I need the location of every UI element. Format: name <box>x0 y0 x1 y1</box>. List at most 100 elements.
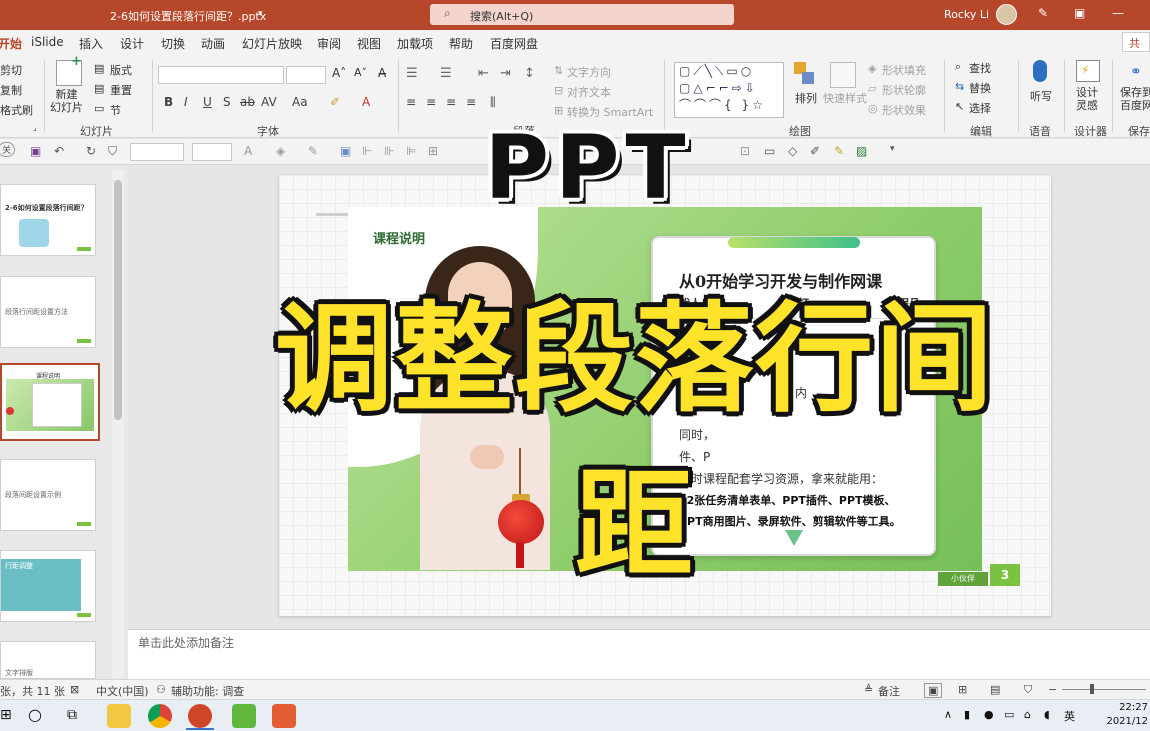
tab-addins[interactable]: 加载项 <box>397 35 433 52</box>
shape-effects-button[interactable]: 形状效果 <box>882 102 926 118</box>
tab-insert[interactable]: 插入 <box>79 35 103 52</box>
find-icon[interactable]: ⌕ <box>955 60 961 74</box>
search-box[interactable]: ⌕ 搜索(Alt+Q) <box>430 4 734 25</box>
save-to-baidu-button[interactable]: 保存到 百度网盘 <box>1120 86 1150 112</box>
minimize-icon[interactable]: — <box>1112 6 1124 20</box>
align-right-icon[interactable]: ≡ <box>446 95 456 109</box>
shape-effects-icon[interactable]: ◎ <box>868 102 878 115</box>
accessibility-status[interactable]: 辅助功能: 调查 <box>171 683 244 699</box>
tab-transitions[interactable]: 切换 <box>161 35 185 52</box>
increase-indent-icon[interactable]: ⇥ <box>500 66 511 81</box>
baidu-cloud-icon[interactable]: ⚭ <box>1130 64 1142 80</box>
qat-camera-icon[interactable]: ▭ <box>764 144 775 158</box>
notes-button[interactable]: 备注 <box>878 683 900 699</box>
scrollbar-thumb[interactable] <box>114 180 122 420</box>
chrome-icon[interactable] <box>148 704 172 728</box>
quick-styles-icon[interactable] <box>830 62 856 88</box>
slide-thumbnail[interactable]: 行距调整 <box>0 550 96 622</box>
section-icon[interactable]: ▭ <box>94 102 104 115</box>
numbering-icon[interactable]: ☰ <box>440 66 452 81</box>
increase-font-icon[interactable]: A˄ <box>332 66 346 80</box>
spellcheck-icon[interactable]: ⊠ <box>70 683 79 696</box>
ribbon-display-icon[interactable]: ▣ <box>1074 6 1085 20</box>
tab-help[interactable]: 帮助 <box>449 35 473 52</box>
search-circle-icon[interactable]: ○ <box>28 705 42 724</box>
save-icon[interactable]: ▣ <box>30 144 41 158</box>
show-hidden-icons[interactable]: ∧ <box>944 708 952 721</box>
slide-thumbnail[interactable]: 文字排版 <box>0 641 96 679</box>
microphone-icon[interactable] <box>1033 60 1047 82</box>
line-spacing-icon[interactable]: ↕ <box>524 66 535 81</box>
tab-slideshow[interactable]: 幻灯片放映 <box>242 35 302 52</box>
shape-outline-icon[interactable]: ▱ <box>868 82 876 95</box>
cut-button[interactable]: 剪切 <box>0 62 22 78</box>
reset-icon[interactable]: ▤ <box>94 82 104 95</box>
toggle-icon[interactable]: 关 <box>0 142 16 157</box>
replace-button[interactable]: 替换 <box>969 80 991 96</box>
redo-icon[interactable]: ↻ <box>86 144 96 158</box>
font-name-combo[interactable] <box>158 66 284 84</box>
tab-islide[interactable]: iSlide <box>31 35 64 49</box>
tab-baidu[interactable]: 百度网盘 <box>490 35 538 52</box>
dictate-button[interactable]: 听写 <box>1030 88 1052 104</box>
share-button[interactable]: 共 <box>1122 32 1150 52</box>
format-painter-button[interactable]: 格式刷 <box>0 102 33 118</box>
zoom-slider-knob[interactable] <box>1090 684 1094 694</box>
arrange-icon[interactable] <box>792 62 818 88</box>
title-dropdown-icon[interactable]: ▾ <box>258 9 263 19</box>
replace-icon[interactable]: ⇆ <box>955 80 964 93</box>
document-title[interactable]: 2-6如何设置段落行间距？.pptx <box>110 8 266 24</box>
align-text-icon[interactable]: ⊟ <box>554 84 563 97</box>
course-label[interactable]: 课程说明 <box>373 228 425 247</box>
reading-view-icon[interactable]: ▤ <box>990 683 1000 696</box>
font-size-combo[interactable] <box>286 66 326 84</box>
tab-design[interactable]: 设计 <box>120 35 144 52</box>
slide-thumbnail[interactable]: 段落行间距设置方法 <box>0 276 96 348</box>
align-center-icon[interactable]: ≡ <box>426 95 436 109</box>
justify-icon[interactable]: ≡ <box>466 95 476 109</box>
qat-eraser-icon[interactable]: ◇ <box>788 144 797 158</box>
windows-start-icon[interactable]: ⊞ <box>0 707 12 723</box>
new-slide-button[interactable]: 新建 幻灯片 <box>50 88 83 114</box>
strikethrough-icon[interactable]: ab <box>240 95 255 109</box>
quick-styles-button[interactable]: 快速样式 <box>823 90 867 106</box>
mic-tray-icon[interactable]: ▮ <box>964 708 970 721</box>
qat-align2-icon[interactable]: ⊪ <box>384 144 394 158</box>
file-explorer-icon[interactable] <box>107 704 131 728</box>
qat-distribute-icon[interactable]: ⊞ <box>428 144 438 158</box>
qat-align-icon[interactable]: ⊩ <box>362 144 372 158</box>
qat-size-combo[interactable] <box>192 143 232 161</box>
notes-pane[interactable]: 单击此处添加备注 <box>128 629 1150 679</box>
language[interactable]: 中文(中国) <box>96 683 149 699</box>
shapes-gallery[interactable]: ▢⟋╲⟍▭○ ▢△⌐⌐⇨⇩ ⌒⌒⌒{ }☆ <box>674 62 784 118</box>
slide-count[interactable]: 张，共 11 张 <box>0 683 65 699</box>
slide-thumbnail[interactable]: 2-6如何设置段落行间距？ <box>0 184 96 256</box>
thumbnail-scrollbar[interactable] <box>112 170 124 678</box>
align-left-icon[interactable]: ≡ <box>406 95 416 109</box>
select-button[interactable]: 选择 <box>969 100 991 116</box>
select-icon[interactable]: ↖ <box>955 100 964 113</box>
layout-button[interactable]: 版式 <box>110 62 132 78</box>
qat-crop-icon[interactable]: ⊡ <box>740 144 750 158</box>
qat-font-combo[interactable] <box>130 143 184 161</box>
arrange-button[interactable]: 排列 <box>795 90 817 106</box>
qat-painter-icon[interactable]: ✎ <box>834 144 844 158</box>
avatar[interactable] <box>996 4 1017 25</box>
slide-sorter-icon[interactable]: ⊞ <box>958 683 967 696</box>
zoom-out-icon[interactable]: − <box>1048 683 1057 696</box>
copy-button[interactable]: 复制 <box>0 82 22 98</box>
powerpoint-icon[interactable] <box>188 704 212 728</box>
tab-animations[interactable]: 动画 <box>201 35 225 52</box>
bullets-icon[interactable]: ☰ <box>406 66 418 81</box>
italic-icon[interactable]: I <box>184 95 188 109</box>
battery-icon[interactable]: ▭ <box>1004 708 1014 721</box>
change-case-icon[interactable]: Aa <box>292 95 308 109</box>
tab-review[interactable]: 审阅 <box>317 35 341 52</box>
underline-icon[interactable]: U <box>203 95 212 109</box>
decrease-indent-icon[interactable]: ⇤ <box>478 66 489 81</box>
font-color-icon[interactable]: A <box>362 95 370 109</box>
qat-fill-icon[interactable]: ◈ <box>276 144 285 158</box>
new-slide-icon[interactable]: + <box>56 55 82 86</box>
design-ideas-button[interactable]: 设计 灵感 <box>1076 86 1098 112</box>
camtasia-green-icon[interactable] <box>232 704 256 728</box>
